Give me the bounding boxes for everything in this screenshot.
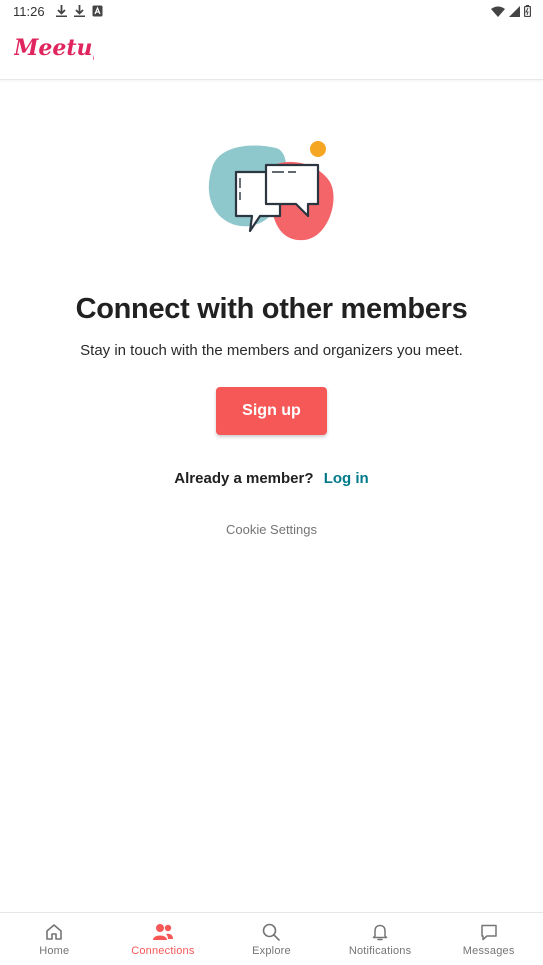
nav-label-explore: Explore [252, 945, 291, 957]
page-subtitle: Stay in touch with the members and organ… [80, 342, 463, 359]
nav-label-home: Home [39, 945, 70, 957]
nav-item-messages[interactable]: Messages [434, 913, 543, 965]
page-title: Connect with other members [75, 293, 468, 325]
nav-item-connections[interactable]: Connections [109, 913, 218, 965]
bottom-nav: Home Connections Explore Notifications M… [0, 912, 543, 965]
signal-icon [509, 5, 520, 17]
font-a-icon [92, 5, 103, 17]
wifi-icon [491, 6, 505, 17]
nav-label-connections: Connections [131, 945, 195, 957]
home-icon [46, 924, 63, 940]
login-link[interactable]: Log in [324, 470, 369, 487]
bell-icon [372, 924, 388, 941]
member-question-text: Already a member? [174, 470, 314, 487]
chat-bubbles-illustration [200, 138, 340, 248]
status-system-icons [491, 5, 531, 17]
download-icon [56, 5, 67, 17]
nav-label-messages: Messages [462, 945, 515, 957]
message-icon [480, 924, 497, 941]
connections-icon [152, 924, 173, 940]
nav-item-explore[interactable]: Explore [217, 913, 326, 965]
meetup-logo[interactable]: Meetup [13, 32, 109, 69]
nav-label-notifications: Notifications [348, 945, 412, 957]
status-bar: 11:26 [0, 0, 543, 24]
cookie-settings-link[interactable]: Cookie Settings [0, 522, 543, 537]
nav-item-home[interactable]: Home [0, 913, 109, 965]
status-notification-icons [56, 5, 103, 17]
login-prompt: Already a member? Log in [0, 470, 543, 487]
battery-icon [524, 5, 531, 17]
search-icon [263, 923, 281, 941]
download-icon [74, 5, 85, 17]
app-header: Meetup [0, 24, 543, 80]
status-time: 11:26 [13, 4, 45, 19]
connections-empty-state: Connect with other members Stay in touch… [0, 80, 543, 912]
svg-text:Meetup: Meetup [14, 35, 94, 61]
nav-item-notifications[interactable]: Notifications [326, 913, 435, 965]
signup-button[interactable]: Sign up [216, 387, 327, 435]
